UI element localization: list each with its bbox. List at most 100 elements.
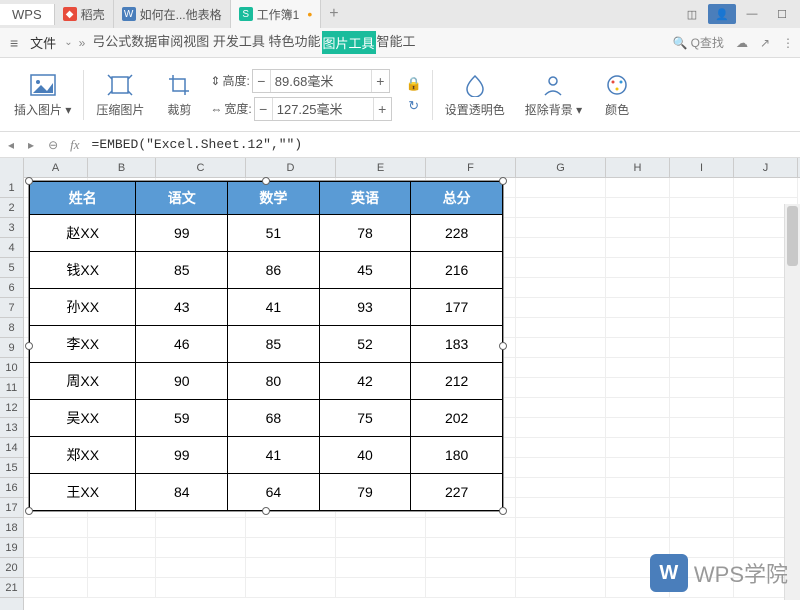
height-value[interactable]: 89.68毫米 (271, 71, 371, 90)
color-button[interactable]: 颜色 (594, 62, 632, 127)
add-tab-button[interactable]: + (321, 5, 346, 23)
row-header[interactable]: 3 (0, 218, 23, 238)
row-header[interactable]: 5 (0, 258, 23, 278)
row-header[interactable]: 7 (0, 298, 23, 318)
row-header[interactable]: 4 (0, 238, 23, 258)
table-cell: 78 (319, 215, 411, 252)
resize-handle-sw[interactable] (25, 507, 33, 515)
row-header[interactable]: 8 (0, 318, 23, 338)
row-header[interactable]: 11 (0, 378, 23, 398)
column-header[interactable]: I (670, 158, 734, 178)
row-header[interactable]: 10 (0, 358, 23, 378)
row-header[interactable]: 2 (0, 198, 23, 218)
maximize-button[interactable]: ☐ (768, 4, 796, 24)
compress-picture-button[interactable]: 压缩图片 (88, 62, 152, 127)
height-minus-button[interactable]: − (253, 70, 271, 92)
row-header[interactable]: 17 (0, 498, 23, 518)
window-split-icon[interactable]: ◫ (678, 4, 706, 24)
row-header[interactable]: 21 (0, 578, 23, 598)
resize-handle-nw[interactable] (25, 177, 33, 185)
row-header[interactable]: 15 (0, 458, 23, 478)
crop-button[interactable]: 裁剪 (156, 62, 202, 127)
row-header[interactable]: 13 (0, 418, 23, 438)
column-header[interactable]: C (156, 158, 246, 178)
column-header[interactable]: F (426, 158, 516, 178)
lock-aspect-icon[interactable]: 🔒 (406, 76, 422, 92)
cells-area[interactable]: 姓名语文数学英语总分赵XX995178228钱XX858645216孙XX434… (24, 178, 800, 610)
column-header[interactable]: D (246, 158, 336, 178)
resize-handle-e[interactable] (499, 342, 507, 350)
width-plus-button[interactable]: + (373, 98, 391, 120)
row-header[interactable]: 6 (0, 278, 23, 298)
row-header[interactable]: 19 (0, 538, 23, 558)
row-header[interactable]: 12 (0, 398, 23, 418)
width-label: 宽度: (224, 100, 251, 117)
set-transparent-button[interactable]: 设置透明色 (437, 62, 513, 127)
hamburger-icon[interactable]: ≡ (6, 35, 22, 51)
row-header[interactable]: 1 (0, 178, 23, 198)
height-plus-button[interactable]: + (371, 70, 389, 92)
table-cell: 钱XX (30, 252, 136, 289)
vertical-scrollbar[interactable] (784, 204, 800, 600)
menu-more[interactable]: » (75, 36, 90, 50)
fx-icon[interactable]: fx (70, 137, 79, 153)
user-icon[interactable]: 👤 (708, 4, 736, 24)
width-minus-button[interactable]: − (255, 98, 273, 120)
row-header[interactable]: 16 (0, 478, 23, 498)
menu-tab-group[interactable]: 弓公式数据审阅视图 开发工具 特色功能 (91, 31, 321, 54)
minimize-button[interactable]: — (738, 4, 766, 24)
table-cell: 41 (228, 437, 320, 474)
menu-tab-smart[interactable]: 智能工 (376, 31, 417, 54)
column-header[interactable]: A (24, 158, 88, 178)
share-icon[interactable]: ↗ (760, 36, 770, 50)
search-box[interactable]: 🔍 Q查找 (673, 34, 724, 51)
compress-icon (105, 71, 135, 99)
crop-label: 裁剪 (167, 101, 191, 118)
namebox-prev-icon[interactable]: ◂ (4, 138, 18, 152)
doc-tab-workbook1[interactable]: S 工作簿1 • (231, 0, 322, 28)
file-menu[interactable]: 文件 (24, 33, 62, 52)
row-header[interactable]: 20 (0, 558, 23, 578)
column-header[interactable]: B (88, 158, 156, 178)
row-header[interactable]: 9 (0, 338, 23, 358)
resize-handle-se[interactable] (499, 507, 507, 515)
table-cell: 90 (136, 363, 228, 400)
table-cell: 228 (411, 215, 503, 252)
dropdown-icon[interactable]: ⌄ (64, 37, 72, 48)
row-header[interactable]: 18 (0, 518, 23, 538)
column-header[interactable]: J (734, 158, 798, 178)
width-input[interactable]: − 127.25毫米 + (254, 97, 392, 121)
insert-picture-button[interactable]: 插入图片 ▾ (6, 62, 79, 127)
table-cell: 孙XX (30, 289, 136, 326)
column-header[interactable]: E (336, 158, 426, 178)
menubar: ≡ 文件 ⌄ » 弓公式数据审阅视图 开发工具 特色功能 图片工具 智能工 🔍 … (0, 28, 800, 58)
reset-size-icon[interactable]: ↻ (406, 98, 422, 114)
row-header[interactable]: 14 (0, 438, 23, 458)
resize-handle-s[interactable] (262, 507, 270, 515)
zoom-out-icon[interactable]: ⊖ (44, 138, 62, 152)
select-all-corner[interactable] (0, 158, 24, 178)
more-icon[interactable]: ⋮ (782, 36, 794, 50)
compress-label: 压缩图片 (96, 101, 144, 118)
doc-tab-daoke[interactable]: ◆ 稻壳 (55, 0, 114, 28)
height-input[interactable]: − 89.68毫米 + (252, 69, 390, 93)
table-cell: 202 (411, 400, 503, 437)
namebox-next-icon[interactable]: ▸ (24, 138, 38, 152)
embedded-table[interactable]: 姓名语文数学英语总分赵XX995178228钱XX858645216孙XX434… (28, 180, 504, 512)
resize-handle-w[interactable] (25, 342, 33, 350)
search-icon: 🔍 (673, 36, 688, 50)
wps-logo-icon: W (650, 554, 688, 592)
scrollbar-thumb[interactable] (787, 206, 798, 266)
resize-handle-ne[interactable] (499, 177, 507, 185)
remove-bg-label: 抠除背景 ▾ (525, 101, 582, 118)
column-header[interactable]: H (606, 158, 670, 178)
width-value[interactable]: 127.25毫米 (273, 99, 373, 118)
formula-input[interactable]: =EMBED("Excel.Sheet.12","") (88, 137, 796, 152)
resize-handle-n[interactable] (262, 177, 270, 185)
column-header[interactable]: G (516, 158, 606, 178)
remove-bg-button[interactable]: 抠除背景 ▾ (517, 62, 590, 127)
menu-tab-picture-tools[interactable]: 图片工具 (322, 31, 376, 54)
width-icon: ⇔ (210, 102, 222, 116)
doc-tab-howto[interactable]: W 如何在...他表格 (114, 0, 231, 28)
cloud-icon[interactable]: ☁ (736, 36, 748, 50)
